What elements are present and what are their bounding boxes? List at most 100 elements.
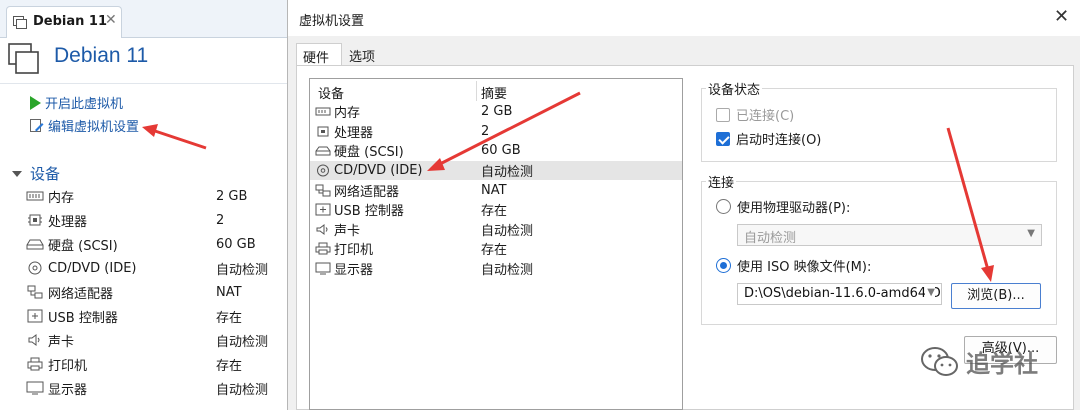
network-icon (315, 184, 331, 197)
device-row-printer[interactable]: 打印机 存在 (26, 352, 288, 376)
hw-summary: NAT (481, 182, 507, 198)
edit-settings-icon (30, 118, 44, 132)
column-header-summary[interactable]: 摘要 (481, 83, 507, 102)
dialog-titlebar: 虚拟机设置 ✕ (288, 0, 1080, 36)
connected-label: 已连接(C) (736, 109, 795, 124)
list-header: 设备 摘要 (310, 79, 682, 103)
connected-checkbox[interactable]: 已连接(C) (716, 105, 794, 124)
harddisk-icon (26, 239, 44, 250)
printer-icon (27, 357, 43, 371)
devices-section-toggle[interactable]: 设备 (12, 163, 60, 184)
sound-icon (28, 334, 40, 346)
hw-summary: 存在 (481, 204, 508, 220)
wechat-icon (921, 346, 958, 376)
display-icon (315, 262, 331, 275)
hw-row-sound[interactable]: 声卡 自动检测 (310, 220, 682, 240)
hw-name: 显示器 (334, 263, 374, 279)
iso-path-value: D:\OS\debian-11.6.0-amd64-D (744, 286, 941, 301)
hw-summary: 自动检测 (481, 165, 534, 181)
chevron-down-icon: ▼ (1027, 228, 1035, 239)
hw-row-harddisk[interactable]: 硬盘 (SCSI) 60 GB (310, 141, 682, 161)
play-icon (30, 95, 41, 110)
hw-row-cdrom[interactable]: CD/DVD (IDE) 自动检测 (310, 160, 682, 181)
iso-path-combo[interactable]: D:\OS\debian-11.6.0-amd64-D ▼ (737, 283, 942, 305)
hw-name: 打印机 (334, 243, 374, 259)
hw-row-network[interactable]: 网络适配器 NAT (310, 180, 682, 200)
hw-row-memory[interactable]: 内存 2 GB (310, 102, 682, 122)
hw-name: 硬盘 (SCSI) (334, 145, 404, 161)
tab-options[interactable]: 选项 (343, 43, 387, 65)
device-value: NAT (216, 284, 242, 300)
hw-summary: 存在 (481, 243, 508, 259)
browse-button[interactable]: 浏览(B)... (951, 283, 1041, 309)
checkbox-unchecked-icon (716, 107, 730, 122)
device-row-harddisk[interactable]: 硬盘 (SCSI) 60 GB (26, 232, 288, 256)
device-row-cdrom[interactable]: CD/DVD (IDE) 自动检测 (26, 256, 288, 280)
iso-image-radio[interactable]: 使用 ISO 映像文件(M): (716, 256, 871, 275)
hw-row-cpu[interactable]: 处理器 2 (310, 122, 682, 142)
radio-off-icon (716, 199, 731, 214)
hardware-list[interactable]: 设备 摘要 内存 2 GB 处理器 2 硬盘 (SCSI) 60 GB CD/D… (309, 78, 683, 410)
cdrom-icon (317, 164, 329, 177)
device-name: 网络适配器 (48, 286, 114, 302)
hw-row-usb[interactable]: USB 控制器 存在 (310, 200, 682, 220)
cpu-icon (317, 126, 329, 137)
edit-settings-link[interactable]: 编辑虚拟机设置 (30, 116, 139, 135)
devices-section-title: 设备 (30, 165, 61, 183)
hw-summary: 自动检测 (481, 263, 534, 279)
dialog-title: 虚拟机设置 (299, 14, 365, 29)
device-name: 硬盘 (SCSI) (48, 238, 118, 254)
hw-name: 网络适配器 (334, 184, 400, 200)
device-row-display[interactable]: 显示器 自动检测 (26, 376, 288, 400)
device-row-cpu[interactable]: 处理器 2 (26, 208, 288, 232)
vm-icon (13, 16, 27, 29)
device-name: USB 控制器 (48, 310, 118, 326)
hw-row-display[interactable]: 显示器 自动检测 (310, 259, 682, 279)
sound-icon (316, 223, 328, 235)
connection-title: 连接 (706, 172, 737, 191)
close-icon[interactable]: ✕ (1054, 6, 1069, 27)
physical-drive-radio[interactable]: 使用物理驱动器(P): (716, 197, 850, 216)
usb-icon (27, 309, 43, 323)
close-icon[interactable]: ✕ (105, 12, 117, 28)
chevron-down-icon: ▼ (925, 287, 935, 298)
watermark-text: 追学社 (966, 350, 1038, 378)
power-on-link[interactable]: 开启此虚拟机 (30, 93, 123, 112)
device-value: 60 GB (216, 236, 256, 252)
iso-image-label: 使用 ISO 映像文件(M): (737, 260, 872, 275)
device-value: 2 GB (216, 188, 248, 204)
device-summary-list: 内存 2 GB 处理器 2 硬盘 (SCSI) 60 GB CD/DVD (ID… (26, 184, 288, 400)
physical-drive-label: 使用物理驱动器(P): (737, 201, 851, 216)
display-icon (26, 381, 44, 395)
physical-drive-select[interactable]: 自动检测 ▼ (737, 224, 1042, 246)
hw-summary: 2 (481, 123, 490, 139)
tab-label: Debian 11 (33, 14, 108, 29)
column-separator[interactable] (476, 81, 477, 101)
divider (0, 83, 292, 84)
vm-title: Debian 11 (54, 44, 149, 67)
vm-large-icon (8, 43, 39, 74)
hw-name: 处理器 (334, 125, 374, 141)
tab-hardware[interactable]: 硬件 (296, 43, 342, 66)
usb-icon (315, 203, 331, 216)
harddisk-icon (315, 146, 331, 156)
physical-drive-value: 自动检测 (744, 231, 797, 246)
hw-row-printer[interactable]: 打印机 存在 (310, 239, 682, 259)
tab-bar: Debian 11 ✕ (0, 0, 292, 38)
device-row-network[interactable]: 网络适配器 NAT (26, 280, 288, 304)
hw-name: 内存 (334, 106, 361, 122)
printer-icon (315, 242, 331, 255)
tab-debian-11[interactable]: Debian 11 ✕ (6, 6, 122, 38)
chevron-down-icon (12, 170, 22, 177)
device-name: 处理器 (48, 214, 88, 230)
hw-name: CD/DVD (IDE) (334, 163, 423, 179)
device-row-sound[interactable]: 声卡 自动检测 (26, 328, 288, 352)
device-name: 显示器 (48, 382, 88, 398)
device-row-usb[interactable]: USB 控制器 存在 (26, 304, 288, 328)
hw-name: 声卡 (334, 223, 361, 239)
column-header-device[interactable]: 设备 (318, 83, 344, 102)
connect-on-power-checkbox[interactable]: 启动时连接(O) (716, 129, 821, 148)
device-status-title: 设备状态 (706, 79, 763, 98)
device-value: 自动检测 (216, 262, 269, 278)
device-row-memory[interactable]: 内存 2 GB (26, 184, 288, 208)
